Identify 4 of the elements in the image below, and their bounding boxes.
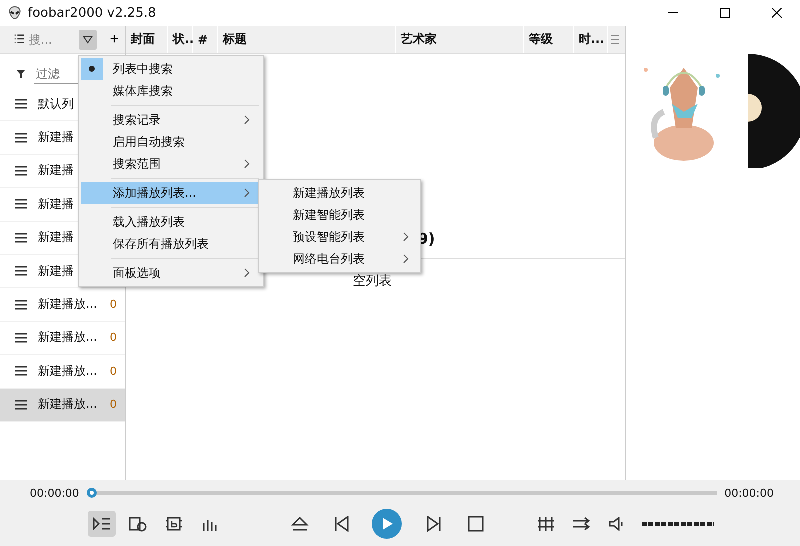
elapsed-time: 00:00:00	[30, 486, 80, 500]
empty-list-text: 空列表	[353, 273, 393, 290]
total-time: 00:00:00	[724, 486, 774, 500]
window-title: foobar2000 v2.25.8	[28, 6, 158, 20]
